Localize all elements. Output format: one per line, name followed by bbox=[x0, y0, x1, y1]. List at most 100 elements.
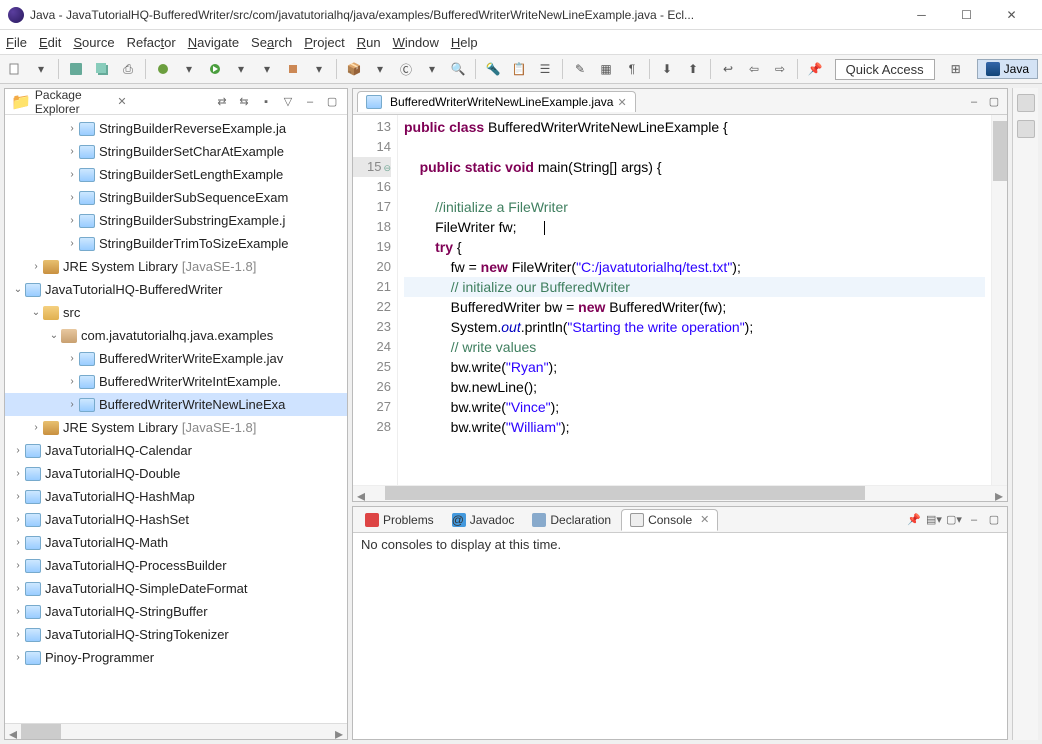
ext-tools-button[interactable] bbox=[282, 58, 304, 80]
toggle-block-button[interactable]: ▦ bbox=[595, 58, 617, 80]
display-console-button[interactable]: ▤▾ bbox=[925, 511, 943, 529]
tree-item[interactable]: ›JavaTutorialHQ-StringBuffer bbox=[5, 600, 347, 623]
next-annotation-button[interactable]: ⬇ bbox=[656, 58, 678, 80]
show-whitespace-button[interactable]: ¶ bbox=[621, 58, 643, 80]
expand-arrow-icon[interactable]: › bbox=[65, 146, 79, 157]
expand-arrow-icon[interactable]: ⌄ bbox=[11, 284, 25, 295]
tree-item[interactable]: ›StringBuilderSetLengthExample bbox=[5, 163, 347, 186]
minimize-editor-button[interactable]: – bbox=[965, 93, 983, 111]
expand-arrow-icon[interactable]: › bbox=[65, 399, 79, 410]
project-tree[interactable]: ›StringBuilderReverseExample.ja›StringBu… bbox=[5, 115, 347, 723]
tab-close-icon[interactable]: ✕ bbox=[617, 96, 626, 109]
tree-item[interactable]: ›StringBuilderSubSequenceExam bbox=[5, 186, 347, 209]
save-button[interactable] bbox=[65, 58, 87, 80]
menu-file[interactable]: File bbox=[6, 35, 27, 50]
perspective-java[interactable]: Java bbox=[977, 59, 1038, 79]
expand-arrow-icon[interactable]: › bbox=[11, 514, 25, 525]
maximize-panel-button[interactable]: ▢ bbox=[985, 511, 1003, 529]
editor-tab[interactable]: BufferedWriterWriteNewLineExample.java ✕ bbox=[357, 91, 636, 112]
menu-window[interactable]: Window bbox=[393, 35, 439, 50]
expand-arrow-icon[interactable]: › bbox=[11, 652, 25, 663]
expand-arrow-icon[interactable]: › bbox=[11, 445, 25, 456]
tree-item[interactable]: ›JavaTutorialHQ-HashSet bbox=[5, 508, 347, 531]
menu-project[interactable]: Project bbox=[304, 35, 344, 50]
expand-arrow-icon[interactable]: › bbox=[11, 537, 25, 548]
tree-item[interactable]: ›BufferedWriterWriteIntExample. bbox=[5, 370, 347, 393]
tree-item[interactable]: ›StringBuilderSetCharAtExample bbox=[5, 140, 347, 163]
menu-help[interactable]: Help bbox=[451, 35, 478, 50]
tree-item[interactable]: ›Pinoy-Programmer bbox=[5, 646, 347, 669]
dropdown-icon[interactable]: ▾ bbox=[230, 58, 252, 80]
open-type-button[interactable]: 🔍 bbox=[447, 58, 469, 80]
tree-item[interactable]: ⌄src bbox=[5, 301, 347, 324]
minimize-view-button[interactable]: – bbox=[301, 93, 319, 111]
maximize-button[interactable]: ☐ bbox=[944, 1, 989, 29]
tree-item[interactable]: ›JavaTutorialHQ-Math bbox=[5, 531, 347, 554]
minimize-button[interactable]: ─ bbox=[899, 1, 944, 29]
task-button[interactable]: ☰ bbox=[534, 58, 556, 80]
debug-button[interactable] bbox=[152, 58, 174, 80]
expand-arrow-icon[interactable]: › bbox=[65, 238, 79, 249]
tree-item[interactable]: ›StringBuilderSubstringExample.j bbox=[5, 209, 347, 232]
horizontal-scrollbar[interactable]: ◂ ▸ bbox=[353, 485, 1007, 501]
expand-arrow-icon[interactable]: › bbox=[65, 192, 79, 203]
back-button[interactable]: ⇦ bbox=[743, 58, 765, 80]
print-button[interactable]: ⎙ bbox=[117, 58, 139, 80]
dropdown-icon[interactable]: ▾ bbox=[308, 58, 330, 80]
maximize-view-button[interactable]: ▢ bbox=[323, 93, 341, 111]
vertical-scrollbar[interactable] bbox=[991, 115, 1007, 485]
focus-button[interactable]: ▪ bbox=[257, 93, 275, 111]
tree-item[interactable]: ›JavaTutorialHQ-HashMap bbox=[5, 485, 347, 508]
tree-item[interactable]: ›JavaTutorialHQ-StringTokenizer bbox=[5, 623, 347, 646]
new-package-button[interactable]: 📦 bbox=[343, 58, 365, 80]
annotation-button[interactable]: 📋 bbox=[508, 58, 530, 80]
tab-close-icon[interactable]: ✕ bbox=[700, 513, 709, 526]
menu-refactor[interactable]: Refactor bbox=[127, 35, 176, 50]
forward-button[interactable]: ⇨ bbox=[769, 58, 791, 80]
tree-item[interactable]: ›BufferedWriterWriteNewLineExa bbox=[5, 393, 347, 416]
menu-run[interactable]: Run bbox=[357, 35, 381, 50]
open-console-button[interactable]: ▢▾ bbox=[945, 511, 963, 529]
maximize-editor-button[interactable]: ▢ bbox=[985, 93, 1003, 111]
search-button[interactable]: 🔦 bbox=[482, 58, 504, 80]
quick-access[interactable]: Quick Access bbox=[835, 59, 935, 80]
tab-javadoc[interactable]: @ Javadoc bbox=[444, 510, 523, 530]
menu-source[interactable]: Source bbox=[73, 35, 114, 50]
expand-arrow-icon[interactable]: › bbox=[65, 353, 79, 364]
code-editor[interactable]: public class BufferedWriterWriteNewLineE… bbox=[398, 115, 991, 485]
expand-arrow-icon[interactable]: › bbox=[65, 169, 79, 180]
expand-arrow-icon[interactable]: › bbox=[65, 123, 79, 134]
link-editor-button[interactable]: ⇆ bbox=[235, 93, 253, 111]
expand-arrow-icon[interactable]: ⌄ bbox=[29, 307, 43, 318]
expand-arrow-icon[interactable]: › bbox=[65, 376, 79, 387]
dropdown-icon[interactable]: ▾ bbox=[369, 58, 391, 80]
pin-console-button[interactable]: 📌 bbox=[905, 511, 923, 529]
expand-arrow-icon[interactable]: › bbox=[29, 422, 43, 433]
menu-edit[interactable]: Edit bbox=[39, 35, 61, 50]
dropdown-icon[interactable]: ▾ bbox=[30, 58, 52, 80]
tree-item[interactable]: ›JavaTutorialHQ-Calendar bbox=[5, 439, 347, 462]
tree-item[interactable]: ›JavaTutorialHQ-SimpleDateFormat bbox=[5, 577, 347, 600]
dropdown-icon[interactable]: ▾ bbox=[178, 58, 200, 80]
minimize-panel-button[interactable]: – bbox=[965, 511, 983, 529]
expand-arrow-icon[interactable]: › bbox=[11, 468, 25, 479]
expand-arrow-icon[interactable]: › bbox=[65, 215, 79, 226]
expand-arrow-icon[interactable]: ⌄ bbox=[47, 330, 61, 341]
new-button[interactable] bbox=[4, 58, 26, 80]
expand-arrow-icon[interactable]: › bbox=[29, 261, 43, 272]
tree-item[interactable]: ›JRE System Library[JavaSE-1.8] bbox=[5, 416, 347, 439]
last-edit-button[interactable]: ↩ bbox=[717, 58, 739, 80]
tree-item[interactable]: ›JavaTutorialHQ-Double bbox=[5, 462, 347, 485]
tree-item[interactable]: ›JRE System Library[JavaSE-1.8] bbox=[5, 255, 347, 278]
expand-arrow-icon[interactable]: › bbox=[11, 606, 25, 617]
prev-annotation-button[interactable]: ⬆ bbox=[682, 58, 704, 80]
run-button[interactable] bbox=[204, 58, 226, 80]
menu-navigate[interactable]: Navigate bbox=[188, 35, 239, 50]
save-all-button[interactable] bbox=[91, 58, 113, 80]
horizontal-scrollbar[interactable]: ◂ ▸ bbox=[5, 723, 347, 739]
pin-button[interactable]: 📌 bbox=[804, 58, 826, 80]
open-perspective-button[interactable]: ⊞ bbox=[945, 58, 967, 80]
close-button[interactable]: ✕ bbox=[989, 1, 1034, 29]
expand-arrow-icon[interactable]: › bbox=[11, 629, 25, 640]
tab-problems[interactable]: Problems bbox=[357, 510, 442, 530]
